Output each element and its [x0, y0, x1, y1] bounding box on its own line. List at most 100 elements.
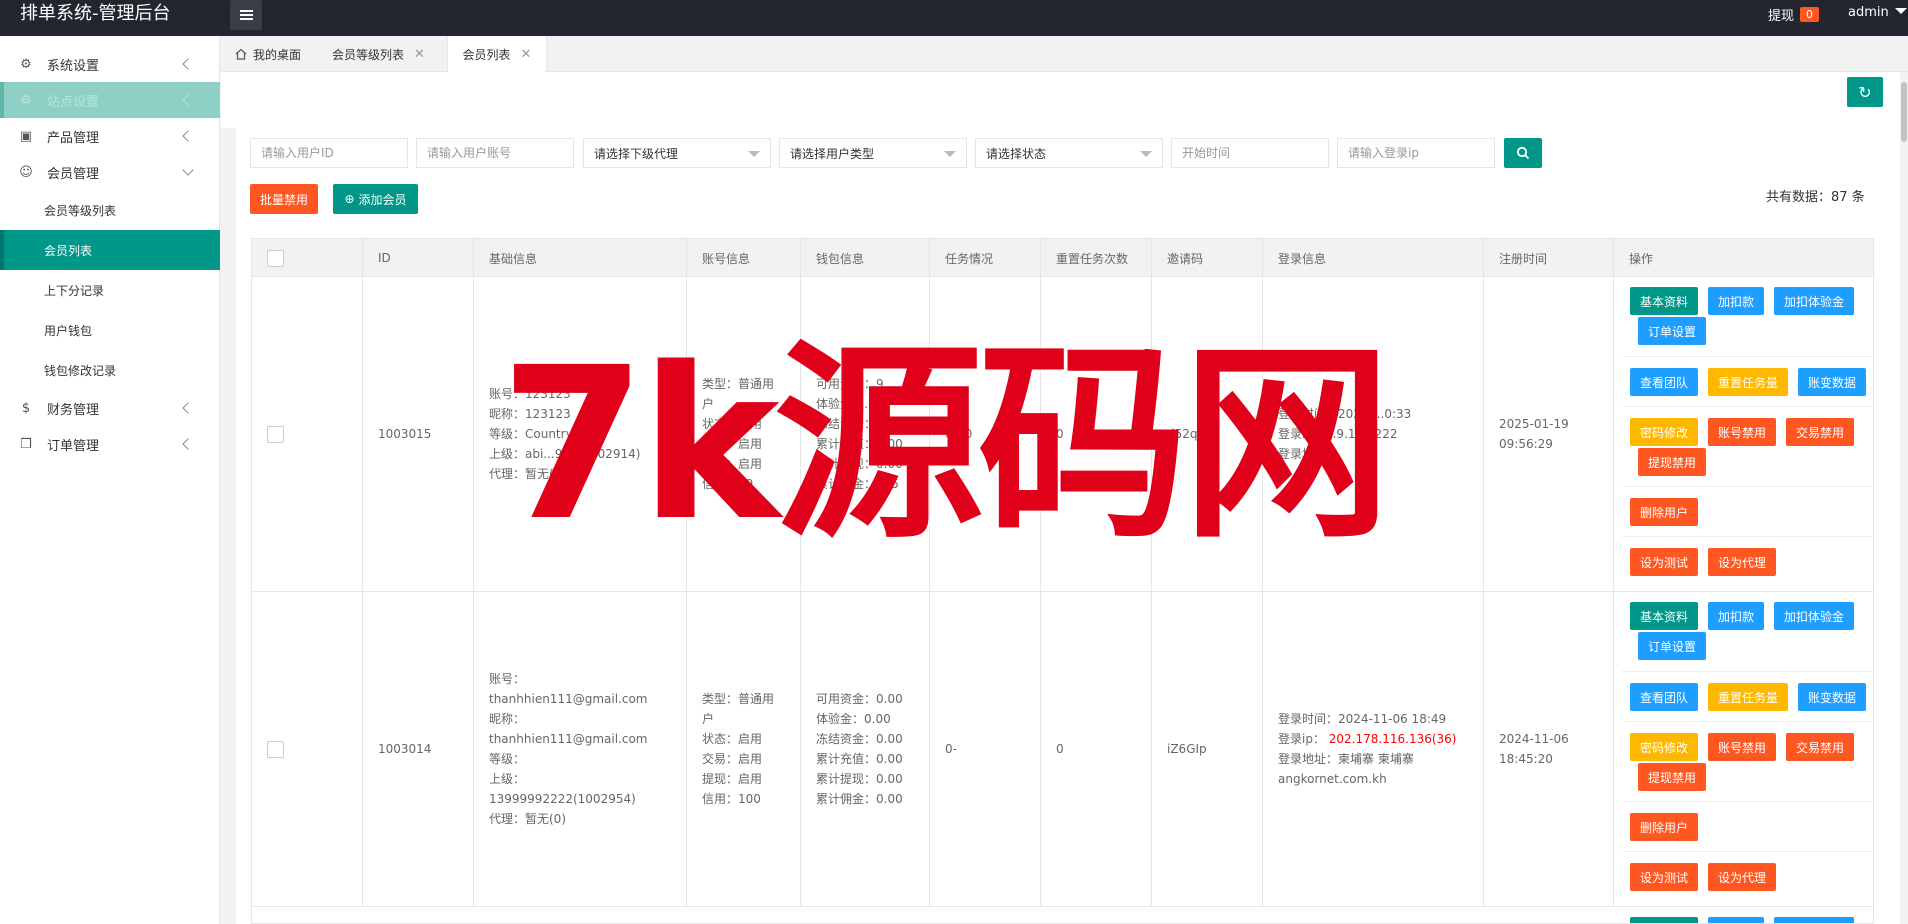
user-menu[interactable]: admin [1848, 5, 1907, 20]
account-type: 类型：普通用户 [702, 377, 775, 411]
basic-agent: 代理：暂无(0) [489, 467, 566, 481]
user-id-input[interactable] [250, 138, 408, 168]
cube-icon: ❒ [20, 436, 32, 452]
start-time-input[interactable] [1171, 138, 1329, 168]
delete-user-button[interactable]: 删除用户 [1630, 813, 1698, 841]
menu-toggle-button[interactable] [230, 0, 262, 30]
withdraw-count-badge: 0 [1800, 7, 1820, 22]
status-select[interactable]: 请选择状态 [975, 138, 1163, 168]
cell-login-info: 登录时间：2024-11-06 18:49 登录ip： 202.178.116.… [1263, 592, 1484, 906]
sidebar-item-system-settings[interactable]: ⚙ 系统设置 [0, 46, 220, 82]
row-checkbox[interactable] [267, 740, 284, 758]
sidebar-item-site-settings[interactable]: ⚙ 站点设置 [0, 82, 220, 118]
add-deduct-trial-button[interactable]: 加扣体验金 [1774, 602, 1854, 630]
sidebar-subitem-label: 会员等级列表 [44, 203, 117, 218]
sidebar-subitem-points-records[interactable]: 上下分记录 [0, 270, 220, 310]
close-icon[interactable]: ✕ [414, 47, 425, 62]
tab-desktop[interactable]: 我的桌面 [235, 36, 325, 72]
sidebar-item-product-management[interactable]: ▣ 产品管理 [0, 118, 220, 154]
add-deduct-button[interactable]: 加扣款 [1708, 287, 1764, 315]
sidebar-item-finance-management[interactable]: $ 财务管理 [0, 390, 220, 426]
op-group: 设为测试 设为代理 [1622, 537, 1873, 592]
cell-invite-code: d52qqY [1152, 277, 1263, 591]
chevron-left-icon [182, 438, 194, 450]
cell-account-info: 类型：普通用户 状态：启用 交易：启用 提现：启用 信用：100 [687, 592, 801, 906]
reset-tasks-button[interactable]: 重置任务量 [1708, 368, 1788, 396]
user-type-select[interactable]: 请选择用户类型 [779, 138, 967, 168]
disable-account-button[interactable]: 账号禁用 [1708, 418, 1776, 446]
delete-user-button[interactable]: 删除用户 [1630, 498, 1698, 526]
basic-level: 等级： [489, 752, 526, 766]
disable-withdraw-button[interactable]: 提现禁用 [1638, 448, 1706, 476]
table-row: 1003015 账号：123123 昵称：123123 等级：Country 上… [252, 277, 1873, 592]
add-deduct-button[interactable] [1708, 917, 1764, 923]
login-time: 登录时间：2025-...0:33 [1278, 407, 1412, 421]
tab-member-levels[interactable]: 会员等级列表 ✕ [332, 36, 442, 72]
disable-trade-button[interactable]: 交易禁用 [1786, 418, 1854, 446]
password-change-button[interactable]: 密码修改 [1630, 733, 1698, 761]
agent-select[interactable]: 请选择下级代理 [583, 138, 771, 168]
disable-account-button[interactable]: 账号禁用 [1708, 733, 1776, 761]
set-agent-button[interactable]: 设为代理 [1708, 863, 1776, 891]
account-withdraw: 提现：启用 [702, 457, 763, 471]
sidebar-subitem-user-wallet[interactable]: 用户钱包 [0, 310, 220, 350]
basic-info-button[interactable] [1630, 917, 1698, 923]
sidebar-item-member-management[interactable]: ☺ 会员管理 [0, 154, 220, 190]
login-address: 登录地址： [1278, 447, 1339, 461]
login-ip-input[interactable] [1337, 138, 1495, 168]
sidebar-item-order-management[interactable]: ❒ 订单管理 [0, 426, 220, 462]
basic-info-button[interactable]: 基本资料 [1630, 287, 1698, 315]
sidebar-subitem-label: 钱包修改记录 [44, 363, 117, 378]
column-header: 重置任务次数 [1041, 239, 1152, 277]
add-deduct-trial-button[interactable] [1774, 917, 1854, 923]
disable-trade-button[interactable]: 交易禁用 [1786, 733, 1854, 761]
caret-down-icon [1894, 8, 1907, 14]
account-credit: 信用：100 [702, 792, 761, 806]
disable-withdraw-button[interactable]: 提现禁用 [1638, 763, 1706, 791]
select-all-checkbox[interactable] [267, 249, 284, 267]
add-deduct-trial-button[interactable]: 加扣体验金 [1774, 287, 1854, 315]
account-type: 类型：普通用户 [702, 692, 775, 726]
user-account-input[interactable] [416, 138, 574, 168]
add-deduct-button[interactable]: 加扣款 [1708, 602, 1764, 630]
scrollbar-thumb[interactable] [1901, 82, 1907, 142]
column-header: 基础信息 [474, 239, 687, 277]
login-ip-value: 202.178.116.136(36) [1328, 732, 1457, 746]
refresh-button[interactable]: ↻ [1847, 77, 1883, 107]
row-checkbox[interactable] [267, 425, 284, 443]
set-test-button[interactable]: 设为测试 [1630, 863, 1698, 891]
op-group: 密码修改 账号禁用 交易禁用 提现禁用 [1622, 722, 1873, 802]
sidebar-subitem-member-levels[interactable]: 会员等级列表 [0, 190, 220, 230]
basic-info-button[interactable]: 基本资料 [1630, 602, 1698, 630]
batch-disable-button[interactable]: 批量禁用 [250, 184, 318, 214]
withdraw-notice[interactable]: 提现 0 [1768, 5, 1820, 24]
sidebar-subitem-wallet-changes[interactable]: 钱包修改记录 [0, 350, 220, 390]
order-settings-button[interactable]: 订单设置 [1638, 317, 1706, 345]
view-team-button[interactable]: 查看团队 [1630, 368, 1698, 396]
view-team-button[interactable]: 查看团队 [1630, 683, 1698, 711]
order-settings-button[interactable]: 订单设置 [1638, 632, 1706, 660]
password-change-button[interactable]: 密码修改 [1630, 418, 1698, 446]
search-button[interactable] [1504, 138, 1542, 168]
wallet-trial: 体验金：... [816, 397, 876, 411]
close-icon[interactable]: ✕ [521, 47, 532, 62]
set-agent-button[interactable]: 设为代理 [1708, 548, 1776, 576]
table-header: ID 基础信息 账号信息 钱包信息 任务情况 重置任务次数 邀请码 登录信息 注… [252, 239, 1873, 277]
account-trade: 交易：启用 [702, 752, 763, 766]
tab-label: 我的桌面 [253, 47, 302, 62]
set-test-button[interactable]: 设为测试 [1630, 548, 1698, 576]
account-changes-button[interactable]: 账变数据 [1798, 683, 1866, 711]
account-changes-button[interactable]: 账变数据 [1798, 368, 1866, 396]
page-scrollbar[interactable] [1900, 72, 1908, 924]
wallet-total-withdraw: 累计提现：0.00 [816, 772, 903, 786]
cell-basic-info: 账号：123123 昵称：123123 等级：Country 上级：abi...… [474, 277, 687, 591]
sidebar-item-label: 站点设置 [47, 94, 100, 110]
reset-tasks-button[interactable]: 重置任务量 [1708, 683, 1788, 711]
hamburger-icon [239, 10, 253, 20]
withdraw-label: 提现 [1768, 9, 1795, 24]
add-member-button[interactable]: ⊕ 添加会员 [333, 184, 418, 214]
cell-wallet-info: 可用资金：0.00 体验金：0.00 冻结资金：0.00 累计充值：0.00 累… [801, 592, 930, 906]
column-header: 邀请码 [1152, 239, 1263, 277]
sidebar-subitem-member-list[interactable]: 会员列表 [0, 230, 220, 270]
tab-member-list[interactable]: 会员列表 ✕ [447, 36, 547, 73]
